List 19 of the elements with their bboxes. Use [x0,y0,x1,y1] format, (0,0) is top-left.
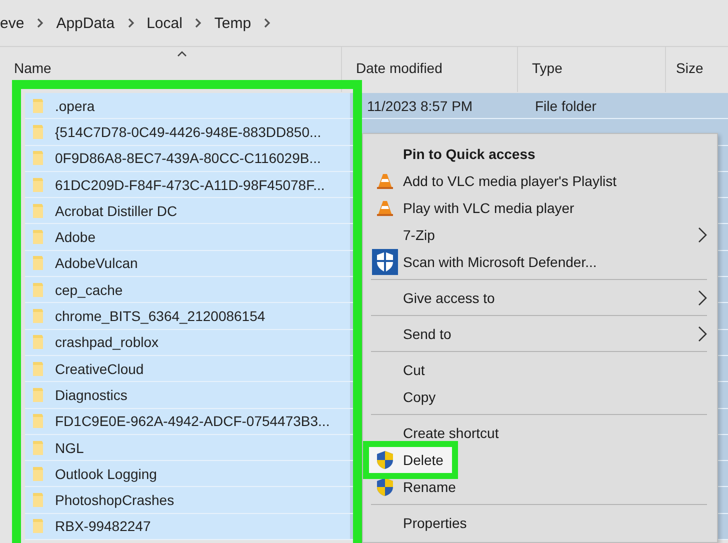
file-type: File folder [535,98,596,114]
file-name: chrome_BITS_6364_2120086154 [55,308,266,324]
file-name: Outlook Logging [55,466,157,482]
file-name: {514C7D78-0C49-4426-948E-883DD850... [55,124,322,140]
file-name: NGL [55,440,84,456]
file-name: PhotoshopCrashes [55,492,174,508]
file-name: .opera [55,98,95,114]
file-name: 0F9D86A8-8EC7-439A-80CC-C116029B... [55,150,321,166]
file-name: Acrobat Distiller DC [55,202,178,219]
file-name: 61DC209D-F84F-473C-A11D-98F45078F... [55,176,325,193]
date-modified: 11/2023 8:57 PM [367,98,473,114]
file-name: crashpad_roblox [55,334,159,350]
file-name: Adobe [55,229,96,246]
file-name: AdobeVulcan [55,255,138,272]
file-name: RBX-99482247 [55,518,151,534]
file-name: CreativeCloud [55,360,144,377]
file-name: FD1C9E0E-962A-4942-ADCF-0754473B3... [55,413,330,430]
file-name: cep_cache [55,282,123,298]
file-name: Diagnostics [55,386,128,403]
